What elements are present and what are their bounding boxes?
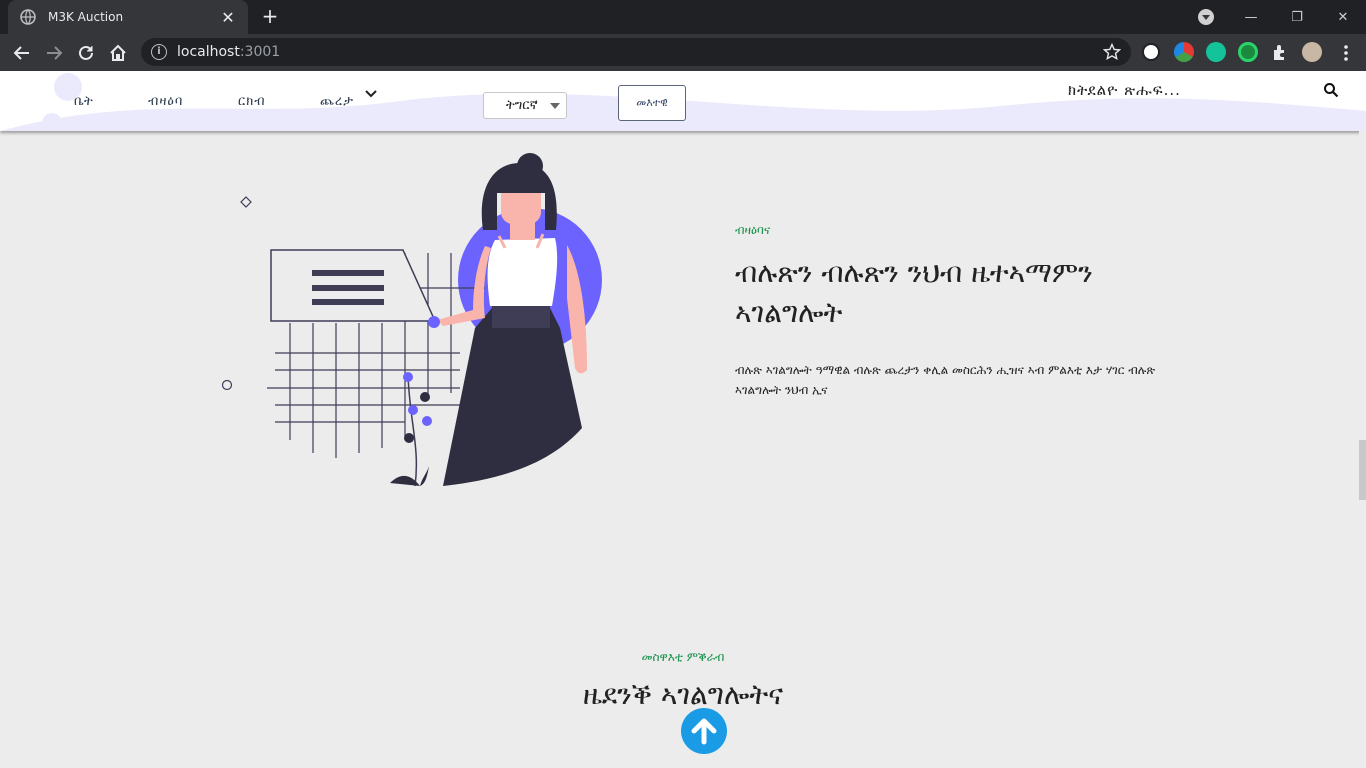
tab-search-button[interactable]: [1198, 9, 1214, 25]
nav-contact[interactable]: ርክብ: [238, 94, 266, 109]
site-header: ቤት ብዛዕባ ርክብ ጨረታ ትግርኛ መእተዊ ክትደልዮ ጽሑፍ...: [0, 71, 1366, 131]
nav-auctions[interactable]: ብዛዕባ: [148, 94, 183, 109]
browser-tabbar: M3K Auction ✕ + — ❐ ✕: [0, 0, 1366, 34]
extension-icon[interactable]: [1206, 42, 1226, 62]
info-icon[interactable]: i: [151, 44, 167, 60]
url-port: :3001: [239, 44, 281, 60]
extension-icon[interactable]: [1270, 42, 1290, 62]
browser-toolbar: i localhost:3001: [0, 34, 1366, 71]
hero-eyebrow: ብዛዕባና: [735, 223, 771, 237]
plus-icon[interactable]: +: [258, 5, 282, 29]
close-window-button[interactable]: ✕: [1320, 0, 1366, 34]
extension-icon[interactable]: [1238, 42, 1258, 62]
avatar[interactable]: [1302, 42, 1322, 62]
back-icon[interactable]: [9, 40, 35, 66]
extension-icon[interactable]: [1142, 43, 1160, 61]
restore-button[interactable]: ❐: [1274, 0, 1320, 34]
search-input[interactable]: ክትደልዮ ጽሑፍ...: [1068, 81, 1181, 99]
forward-icon[interactable]: [41, 40, 67, 66]
globe-icon: [20, 9, 36, 25]
chevron-down-icon[interactable]: [364, 87, 378, 101]
hero-illustration: [221, 153, 602, 487]
nav-home[interactable]: ቤት: [74, 94, 94, 109]
menu-icon[interactable]: [1333, 40, 1359, 66]
address-bar[interactable]: i localhost:3001: [141, 38, 1131, 66]
arrow-up-icon: [691, 718, 717, 745]
section-title: ዜደንቕ ኣገልግሎትና: [582, 678, 784, 711]
scrollbar-thumb[interactable]: [1359, 440, 1366, 500]
hero-description: ብሉጽ ኣገልግሎት ዓማዊል ብሉጽ ጨረታን ቀሊል መስርሕን ሒዝና ኣ…: [735, 363, 1156, 397]
star-icon[interactable]: [1103, 43, 1121, 61]
hero-title: ብሉጽን ብሉጽን ንህብ ዜተኣማምን ኣገልግሎት: [735, 256, 1093, 329]
scroll-to-top-button[interactable]: [681, 708, 727, 754]
reload-icon[interactable]: [73, 40, 99, 66]
tab-title: M3K Auction: [48, 10, 124, 24]
extension-icon[interactable]: [1174, 42, 1194, 62]
close-icon[interactable]: ✕: [220, 8, 236, 27]
nav-categories[interactable]: ጨረታ: [320, 94, 354, 109]
minimize-button[interactable]: —: [1228, 0, 1274, 34]
login-button[interactable]: መእተዊ: [618, 85, 686, 121]
search-icon[interactable]: [1323, 82, 1339, 98]
home-icon[interactable]: [105, 40, 131, 66]
url-host: localhost: [177, 44, 240, 60]
language-select[interactable]: ትግርኛ: [483, 92, 567, 119]
section-eyebrow: መስዋእቲ ምቕራብ: [641, 650, 725, 664]
browser-tab[interactable]: M3K Auction ✕: [8, 0, 248, 34]
